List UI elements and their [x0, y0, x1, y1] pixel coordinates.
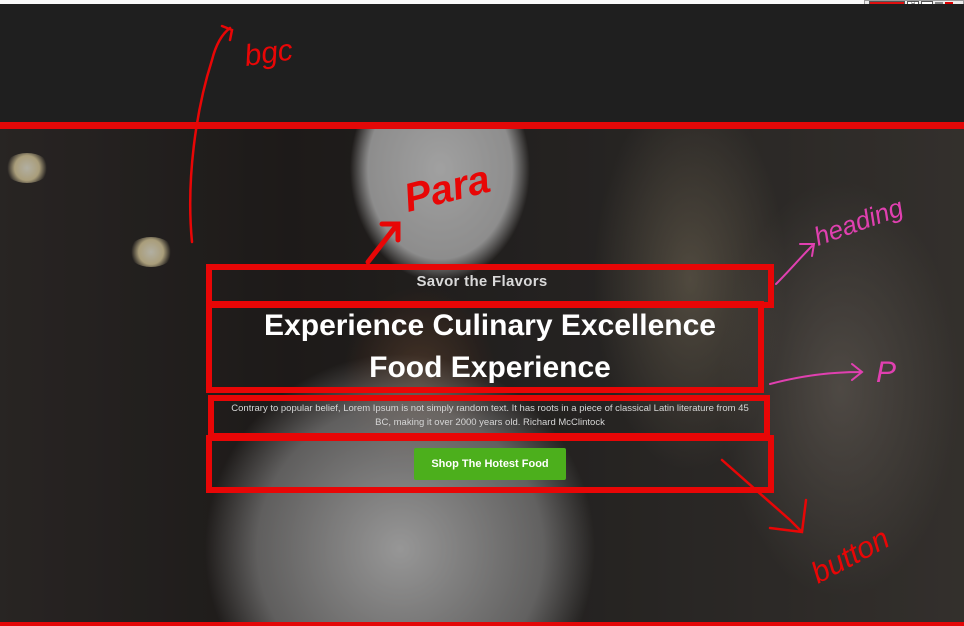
button-arrow: [720, 458, 808, 534]
para-annotation: Para: [400, 157, 495, 221]
bgc-annotation: bgc: [242, 34, 294, 73]
p-annotation: P: [876, 356, 896, 389]
annotation-layer: bgc Para heading P button: [188, 24, 908, 590]
para-arrow: [365, 221, 401, 265]
bgc-pointer-line: [188, 26, 232, 244]
heading-arrow: [775, 243, 816, 285]
p-arrow: [769, 363, 864, 385]
heading-annotation: heading: [810, 192, 908, 252]
button-annotation: button: [806, 522, 895, 590]
